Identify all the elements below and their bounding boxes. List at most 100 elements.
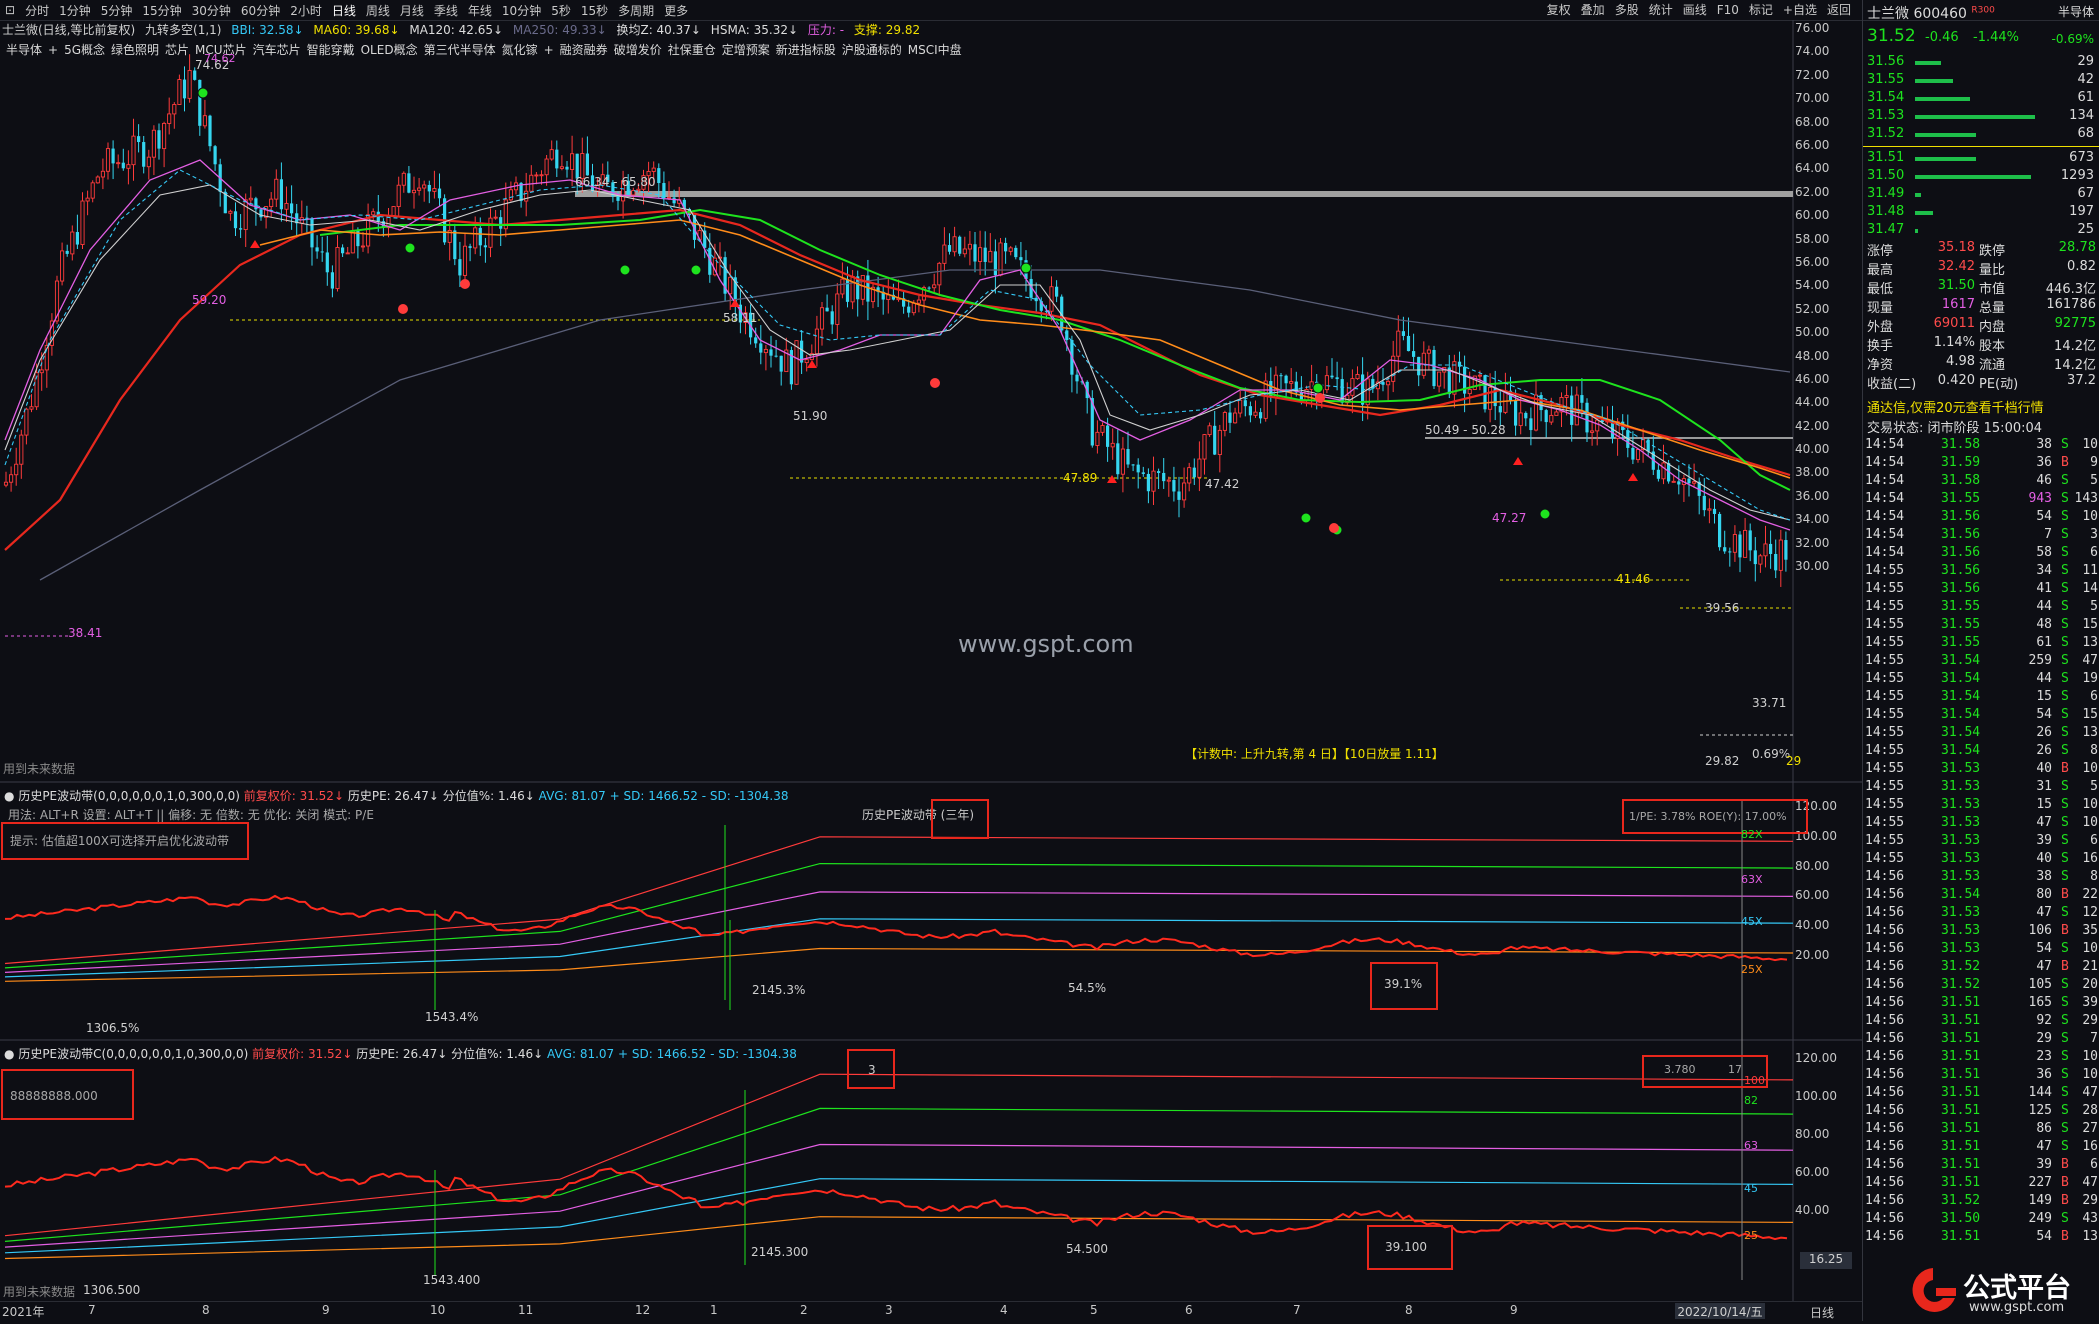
candle-body [1412, 351, 1416, 357]
period-tab-9[interactable]: 月线 [395, 2, 429, 19]
candle-body [208, 115, 212, 147]
candle-body [1661, 462, 1666, 480]
tick-count-40: 6 [2090, 1157, 2098, 1172]
tick-row-26: 14:56 31.53 47 S 12 [1863, 905, 2099, 923]
menu-icon[interactable]: ⊡ [0, 3, 20, 17]
panel2-band-25: 25 [1744, 1229, 1758, 1242]
period-tab-0[interactable]: 分时 [20, 2, 54, 19]
bid-price-0: 31.51 [1867, 150, 1905, 165]
tool-7[interactable]: +自选 [1778, 0, 1822, 20]
bid-row-2: 31.49 67 [1863, 186, 2099, 204]
tick-price-22: 31.53 [1941, 833, 1981, 848]
tick-row-19: 14:55 31.53 31 S 5 [1863, 779, 2099, 797]
tick-vol-7: 34 [2036, 563, 2052, 578]
panel2-settings-icon[interactable]: ● [4, 1047, 14, 1061]
tool-5[interactable]: F10 [1712, 0, 1744, 20]
candle-body [993, 251, 997, 276]
period-tab-6[interactable]: 2小时 [285, 2, 327, 19]
tick-time-2: 14:54 [1865, 473, 1905, 488]
tool-1[interactable]: 叠加 [1576, 0, 1610, 20]
tick-vol-32: 92 [2036, 1013, 2052, 1028]
period-tab-11[interactable]: 年线 [463, 2, 497, 19]
period-tab-5[interactable]: 60分钟 [236, 2, 285, 19]
panel1-val-5: 39.1% [1370, 962, 1438, 1010]
tick-vol-13: 44 [2036, 671, 2052, 686]
tick-vol-33: 29 [2036, 1031, 2052, 1046]
tick-row-14: 14:55 31.54 15 S 6 [1863, 689, 2099, 707]
period-tab-8[interactable]: 周线 [361, 2, 395, 19]
tick-row-37: 14:56 31.51 125 S 28 [1863, 1103, 2099, 1121]
tick-time-0: 14:54 [1865, 437, 1905, 452]
tick-time-32: 14:56 [1865, 1013, 1905, 1028]
tick-vol-5: 7 [2044, 527, 2052, 542]
period-tab-16[interactable]: 更多 [659, 2, 693, 19]
candle-body [932, 284, 937, 289]
candle-body [290, 203, 294, 214]
candle-body [401, 172, 406, 186]
tick-side-7: S [2061, 563, 2069, 578]
tick-side-35: S [2061, 1067, 2069, 1082]
stat-label-a-4: 外盘 [1867, 320, 1894, 335]
stat-val-b-7: 37.2 [2067, 373, 2096, 388]
tick-row-22: 14:55 31.53 39 S 6 [1863, 833, 2099, 851]
candle-body [1738, 534, 1742, 558]
tool-3[interactable]: 统计 [1644, 0, 1678, 20]
tick-side-8: S [2061, 581, 2069, 596]
candle-body [1273, 374, 1278, 398]
tick-time-10: 14:55 [1865, 617, 1905, 632]
tool-8[interactable]: 返回 [1822, 0, 1856, 20]
tool-6[interactable]: 标记 [1744, 0, 1778, 20]
period-tab-10[interactable]: 季线 [429, 2, 463, 19]
stat-row-6: 净资 4.98 流通 14.2亿 [1863, 354, 2099, 373]
candle-body [1207, 425, 1212, 436]
period-tab-2[interactable]: 5分钟 [96, 2, 138, 19]
notice-link[interactable]: 通达信,仅需20元查看千档行情 [1867, 397, 2044, 416]
period-tab-12[interactable]: 10分钟 [497, 2, 546, 19]
period-tab-14[interactable]: 15秒 [576, 2, 613, 19]
candle-body [1120, 448, 1125, 475]
tick-vol-23: 40 [2036, 851, 2052, 866]
ask-bar-4 [1915, 133, 1977, 137]
label-3956: 39.56 [1705, 601, 1740, 615]
stat-label-a-1: 最高 [1867, 263, 1894, 278]
price-tick-6: 64.00 [1795, 161, 1830, 176]
panel1-settings-icon[interactable]: ● [4, 789, 14, 803]
tick-vol-1: 36 [2036, 455, 2052, 470]
price-tick-21: 34.00 [1795, 512, 1830, 527]
tool-2[interactable]: 多股 [1610, 0, 1644, 20]
candle-body [1279, 375, 1283, 377]
candle-body [305, 217, 309, 219]
p2-band-0 [4, 1073, 1794, 1237]
period-tab-7[interactable]: 日线 [327, 2, 361, 19]
period-tab-1[interactable]: 1分钟 [54, 2, 96, 19]
tick-row-32: 14:56 31.51 92 S 29 [1863, 1013, 2099, 1031]
period-tab-4[interactable]: 30分钟 [187, 2, 236, 19]
tool-0[interactable]: 复权 [1542, 0, 1576, 20]
range-label-2: 50.49 - 50.28 [1425, 423, 1506, 437]
tick-count-1: 9 [2090, 455, 2098, 470]
tool-4[interactable]: 画线 [1678, 0, 1712, 20]
price-tick-7: 62.00 [1795, 184, 1830, 199]
bid-row-0: 31.51 673 [1863, 150, 2099, 168]
panel1-formula: 历史PE波动带(0,0,0,0,0,0,1,0,300,0,0) [18, 789, 240, 803]
stat-val-b-2: 446.3亿 [2045, 282, 2096, 297]
tick-price-9: 31.55 [1941, 599, 1981, 614]
candle-body [769, 349, 773, 356]
candle-body [105, 148, 111, 172]
candle-body [1075, 374, 1079, 382]
panel2-avg: AVG: 81.07 [547, 1047, 615, 1061]
candle-body [559, 166, 564, 169]
candle-body [417, 187, 422, 191]
period-tab-13[interactable]: 5秒 [546, 2, 576, 19]
panel2-band-45: 45 [1744, 1182, 1758, 1195]
candle-body [1748, 530, 1752, 551]
period-tab-3[interactable]: 15分钟 [137, 2, 186, 19]
candle-body [1529, 418, 1533, 431]
tick-side-0: S [2061, 437, 2069, 452]
candle-body [1712, 508, 1717, 514]
period-tab-15[interactable]: 多周期 [613, 2, 659, 19]
candle-body [651, 167, 656, 172]
tick-count-22: 6 [2090, 833, 2098, 848]
candle-body [1014, 247, 1018, 258]
tick-count-24: 8 [2090, 869, 2098, 884]
